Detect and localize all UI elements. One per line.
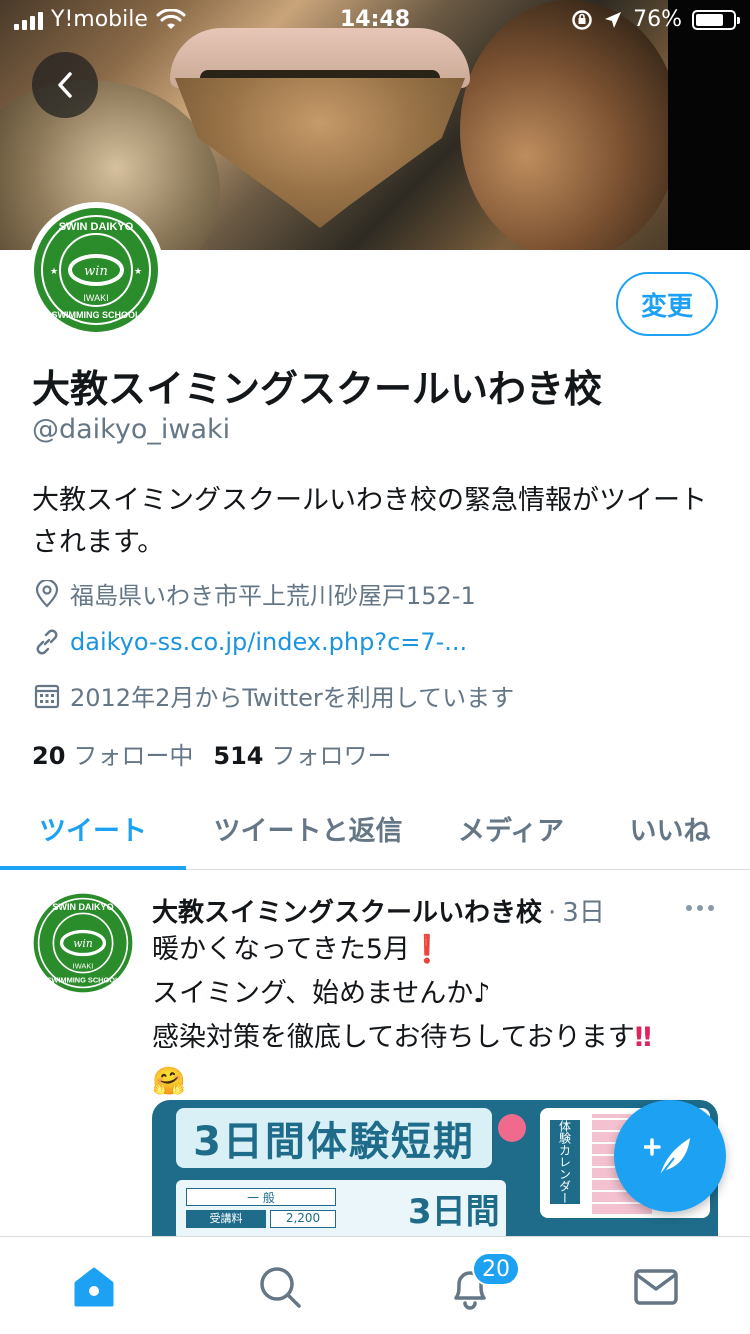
bottom-navigation (0, 1236, 750, 1334)
rotation-lock-icon (572, 9, 592, 30)
profile-bio: 大教スイミングスクールいわき校の緊急情報がツイートされます。 (32, 485, 707, 558)
search-icon (260, 1267, 301, 1308)
logo-graphic: win SWIN DAIKYO SWIMMING SCHOOL IWAKI ★ … (36, 210, 156, 330)
tab-tweets[interactable]: ツイート (0, 786, 186, 870)
profile-tabs: ツイート ツイートと返信 メディア いいね (0, 786, 750, 870)
compose-feather-icon (644, 1138, 690, 1177)
svg-text:SWIMMING SCHOOL: SWIMMING SCHOOL (46, 975, 120, 984)
double-exclamation-emoji: ‼ (634, 1022, 652, 1053)
status-right: 76% (571, 7, 740, 32)
media-fee-value: 2,200 (270, 1210, 336, 1228)
calendar-icon (32, 681, 62, 711)
status-bar: Y!mobile 14:48 76% (0, 0, 750, 40)
profile-handle: @daikyo_iwaki (32, 414, 231, 445)
tweet-author-name[interactable]: 大教スイミングスクールいわき校 (152, 892, 542, 929)
media-category: 一 般 (186, 1188, 336, 1206)
svg-text:★: ★ (50, 267, 58, 277)
battery-icon (692, 9, 740, 30)
media-title: 3日間体験短期 (176, 1108, 492, 1168)
exclamation-emoji: ❗ (410, 934, 444, 965)
svg-text:win: win (73, 937, 93, 950)
tweet-line-1: 暖かくなってきた5月 (152, 934, 411, 965)
tweet-avatar[interactable]: win SWIN DAIKYO SWIMMING SCHOOL IWAKI (30, 890, 136, 996)
media-calendar-label: 体験カレンダー (550, 1120, 580, 1204)
svg-text:SWIMMING SCHOOL: SWIMMING SCHOOL (52, 310, 141, 320)
svg-text:★: ★ (134, 267, 142, 277)
location-text: 福島県いわき市平上荒川砂屋戸152-1 (70, 582, 476, 610)
tweet-line-3: 感染対策を徹底してお待ちしております (152, 1022, 635, 1053)
nav-home[interactable] (64, 1259, 124, 1315)
school-logo: win SWIN DAIKYO SWIMMING SCHOOL IWAKI ★ … (34, 208, 158, 332)
following-count: 20 (32, 742, 66, 770)
profile-name: 大教スイミングスクールいわき校 (32, 367, 603, 411)
following-link[interactable]: 20 フォロー中 (32, 736, 193, 771)
compose-tweet-button[interactable] (614, 1100, 726, 1212)
tweet-text: 暖かくなってきた5月❗ スイミング、始めませんか♪ 感染対策を徹底してお待ちして… (152, 928, 712, 1104)
tweet-separator: · (548, 898, 557, 928)
tweet-logo-graphic: win SWIN DAIKYO SWIMMING SCHOOL IWAKI (33, 893, 133, 993)
hugging-face-emoji: 🤗 (152, 1066, 186, 1097)
followers-count: 514 (213, 742, 264, 770)
tab-media[interactable]: メディア (440, 786, 582, 870)
tweet-line-2: スイミング、始めませんか♪ (152, 978, 491, 1009)
svg-text:IWAKI: IWAKI (73, 962, 94, 971)
profile-website[interactable]: daikyo-ss.co.jp/index.php?c=7-... (32, 627, 467, 657)
website-link[interactable]: daikyo-ss.co.jp/index.php?c=7-... (70, 628, 467, 656)
flower-decoration (498, 1114, 526, 1142)
link-icon (32, 627, 62, 657)
profile-avatar[interactable]: win SWIN DAIKYO SWIMMING SCHOOL IWAKI ★ … (28, 202, 164, 338)
active-tab-indicator (0, 866, 186, 870)
back-button[interactable] (32, 52, 98, 118)
svg-text:IWAKI: IWAKI (83, 293, 108, 303)
follow-stats: 20 フォロー中 514 フォロワー (32, 736, 392, 771)
profile-location: 福島県いわき市平上荒川砂屋戸152-1 (32, 576, 476, 611)
profile-joined: 2012年2月からTwitterを利用しています (32, 678, 514, 713)
media-days: 3日間 (408, 1192, 500, 1232)
followers-link[interactable]: 514 フォロワー (213, 736, 391, 771)
media-fee-label: 受講料 (186, 1210, 266, 1228)
joined-text: 2012年2月からTwitterを利用しています (70, 684, 515, 712)
home-icon (74, 1267, 114, 1307)
tweet-age: 3日 (562, 898, 605, 928)
location-pin-icon (32, 579, 62, 609)
svg-text:SWIN DAIKYO: SWIN DAIKYO (52, 902, 113, 912)
edit-profile-button[interactable]: 変更 (616, 272, 718, 336)
tweet-header: 大教スイミングスクールいわき校 · 3日 (152, 892, 605, 929)
svg-text:SWIN DAIKYO: SWIN DAIKYO (59, 221, 134, 233)
more-options-icon[interactable] (686, 898, 716, 918)
tab-tweets-and-replies[interactable]: ツイートと返信 (196, 786, 420, 870)
mail-icon (634, 1269, 678, 1305)
svg-text:win: win (84, 264, 108, 279)
following-label: フォロー中 (73, 742, 194, 770)
chevron-left-icon (58, 72, 72, 98)
battery-percent: 76% (633, 7, 682, 32)
nav-search[interactable] (250, 1259, 310, 1315)
tab-likes[interactable]: いいね (610, 786, 730, 870)
followers-label: フォロワー (271, 742, 392, 770)
nav-messages[interactable] (626, 1259, 686, 1315)
location-arrow-icon (605, 11, 622, 28)
notification-badge: 20 (472, 1252, 520, 1286)
